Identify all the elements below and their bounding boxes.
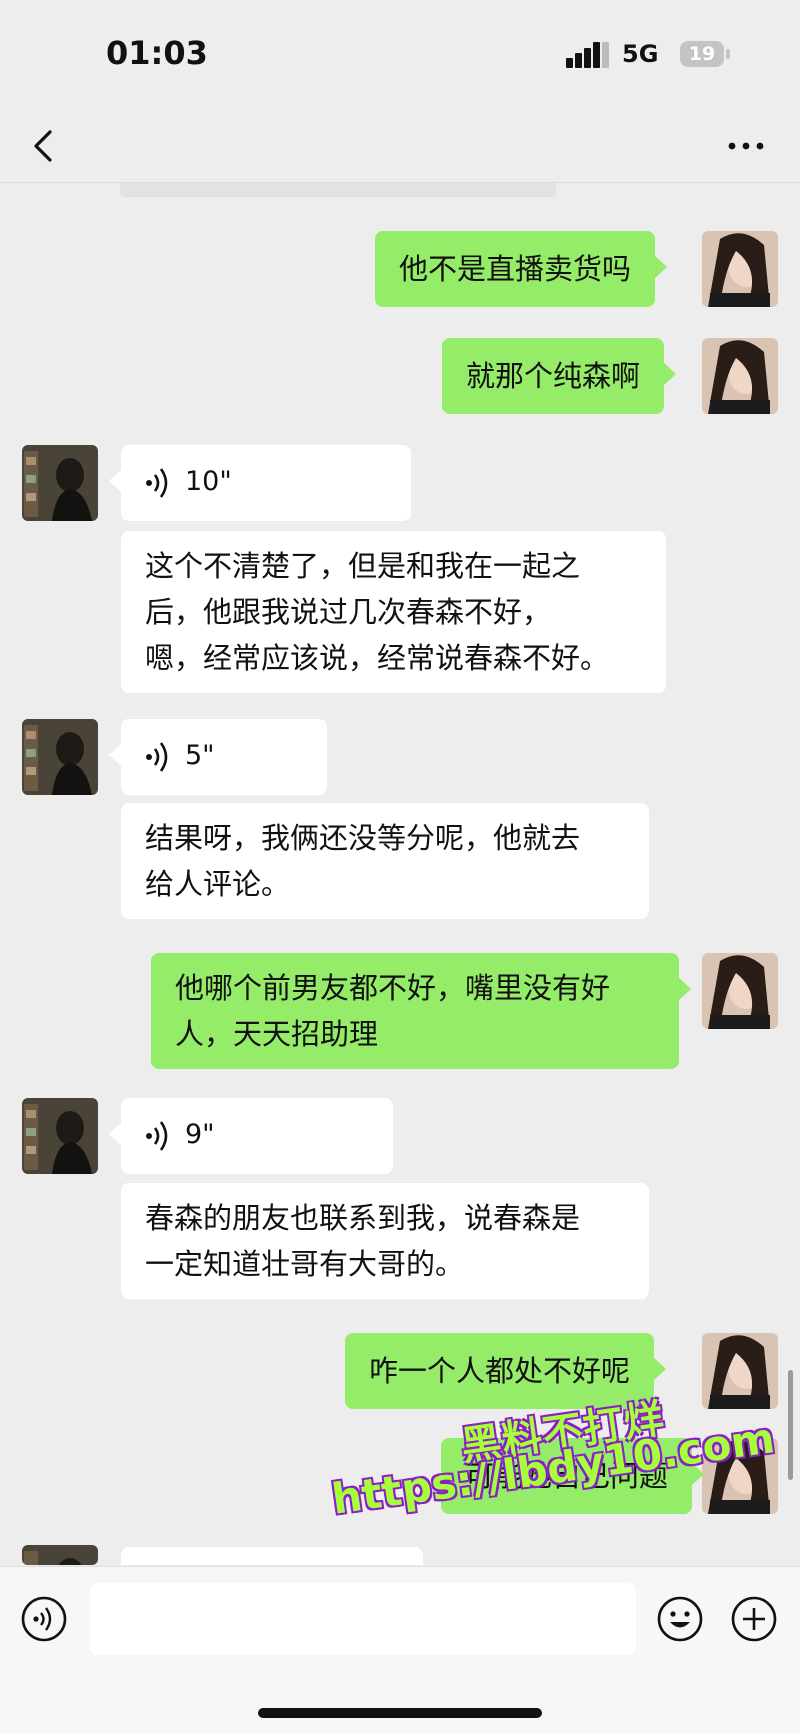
previous-message-remnant [120,183,556,197]
my-avatar[interactable] [702,231,778,307]
message-line: 嗯，经常应该说，经常说春森不好。 [145,641,610,675]
nav-bar [0,110,800,183]
message-line: 人，天天招助理 [175,1017,379,1051]
message-text: 他不是直播卖货吗 [399,252,632,286]
contact-avatar[interactable] [22,719,98,795]
chevron-left-icon[interactable] [26,128,62,164]
voice-duration: 5" [185,740,215,771]
message-bubble-incoming[interactable]: 结果呀，我俩还没等分呢，他就去 给人评论。 [121,803,649,919]
my-avatar[interactable] [702,953,778,1029]
contact-avatar[interactable] [22,1545,98,1565]
chat-area[interactable]: 他不是直播卖货吗 就那个纯森啊 10" 这个不清楚了，但是和我在一起之 后，他跟… [0,183,800,1565]
network-type: 5G [622,40,659,68]
message-line: 一定知道壮哥有大哥的。 [145,1247,465,1281]
message-line: 他哪个前男友都不好，嘴里没有好 [175,971,611,1005]
voice-mode-icon[interactable] [20,1595,68,1643]
message-bubble-outgoing[interactable]: 咋一个人都处不好呢 [345,1333,667,1409]
voice-duration: 9" [185,1119,215,1150]
message-text: 可能她自己问题 [465,1459,669,1493]
my-avatar[interactable] [702,338,778,414]
message-bubble-incoming[interactable]: 这个不清楚了，但是和我在一起之 后，他跟我说过几次春森不好， 嗯，经常应该说，经… [121,531,666,693]
message-bubble-outgoing[interactable]: 他哪个前男友都不好，嘴里没有好 人，天天招助理 [151,953,691,1069]
voice-wave-icon [146,468,168,498]
message-bubble-incoming-partial[interactable] [121,1547,423,1565]
my-avatar[interactable] [702,1438,778,1514]
message-text: 就那个纯森啊 [466,359,641,393]
my-avatar[interactable] [702,1333,778,1409]
input-bar [0,1566,800,1733]
status-time: 01:03 [106,34,208,72]
message-bubble-outgoing[interactable]: 就那个纯森啊 [442,338,677,414]
voice-message-bubble[interactable]: 9" [109,1098,393,1174]
signal-icon [566,42,609,68]
message-bubble-incoming[interactable]: 春森的朋友也联系到我，说春森是 一定知道壮哥有大哥的。 [121,1183,649,1299]
voice-wave-icon [146,742,168,772]
voice-message-bubble[interactable]: 5" [109,719,327,795]
voice-wave-icon [146,1121,168,1151]
contact-avatar[interactable] [22,445,98,521]
message-line: 结果呀，我俩还没等分呢，他就去 [145,821,581,855]
message-input[interactable] [90,1583,636,1655]
message-line: 后，他跟我说过几次春森不好， [145,595,552,629]
status-bar: 01:03 5G 19 [0,0,800,110]
battery-icon: 19 [680,41,724,67]
voice-message-bubble[interactable]: 10" [109,445,411,521]
contact-avatar[interactable] [22,1098,98,1174]
home-indicator[interactable] [258,1708,542,1718]
voice-duration: 10" [185,466,232,497]
message-bubble-outgoing[interactable]: 可能她自己问题 [441,1438,705,1514]
more-dots-icon[interactable] [726,138,766,154]
message-line: 给人评论。 [145,867,291,901]
message-bubble-outgoing[interactable]: 他不是直播卖货吗 [375,231,668,307]
emoji-icon[interactable] [656,1595,704,1643]
message-text: 咋一个人都处不好呢 [369,1354,631,1388]
message-line: 这个不清楚了，但是和我在一起之 [145,549,581,583]
chat-scrollbar[interactable] [788,1370,793,1480]
message-line: 春森的朋友也联系到我，说春森是 [145,1201,581,1235]
battery-cap [726,49,730,59]
plus-icon[interactable] [730,1595,778,1643]
